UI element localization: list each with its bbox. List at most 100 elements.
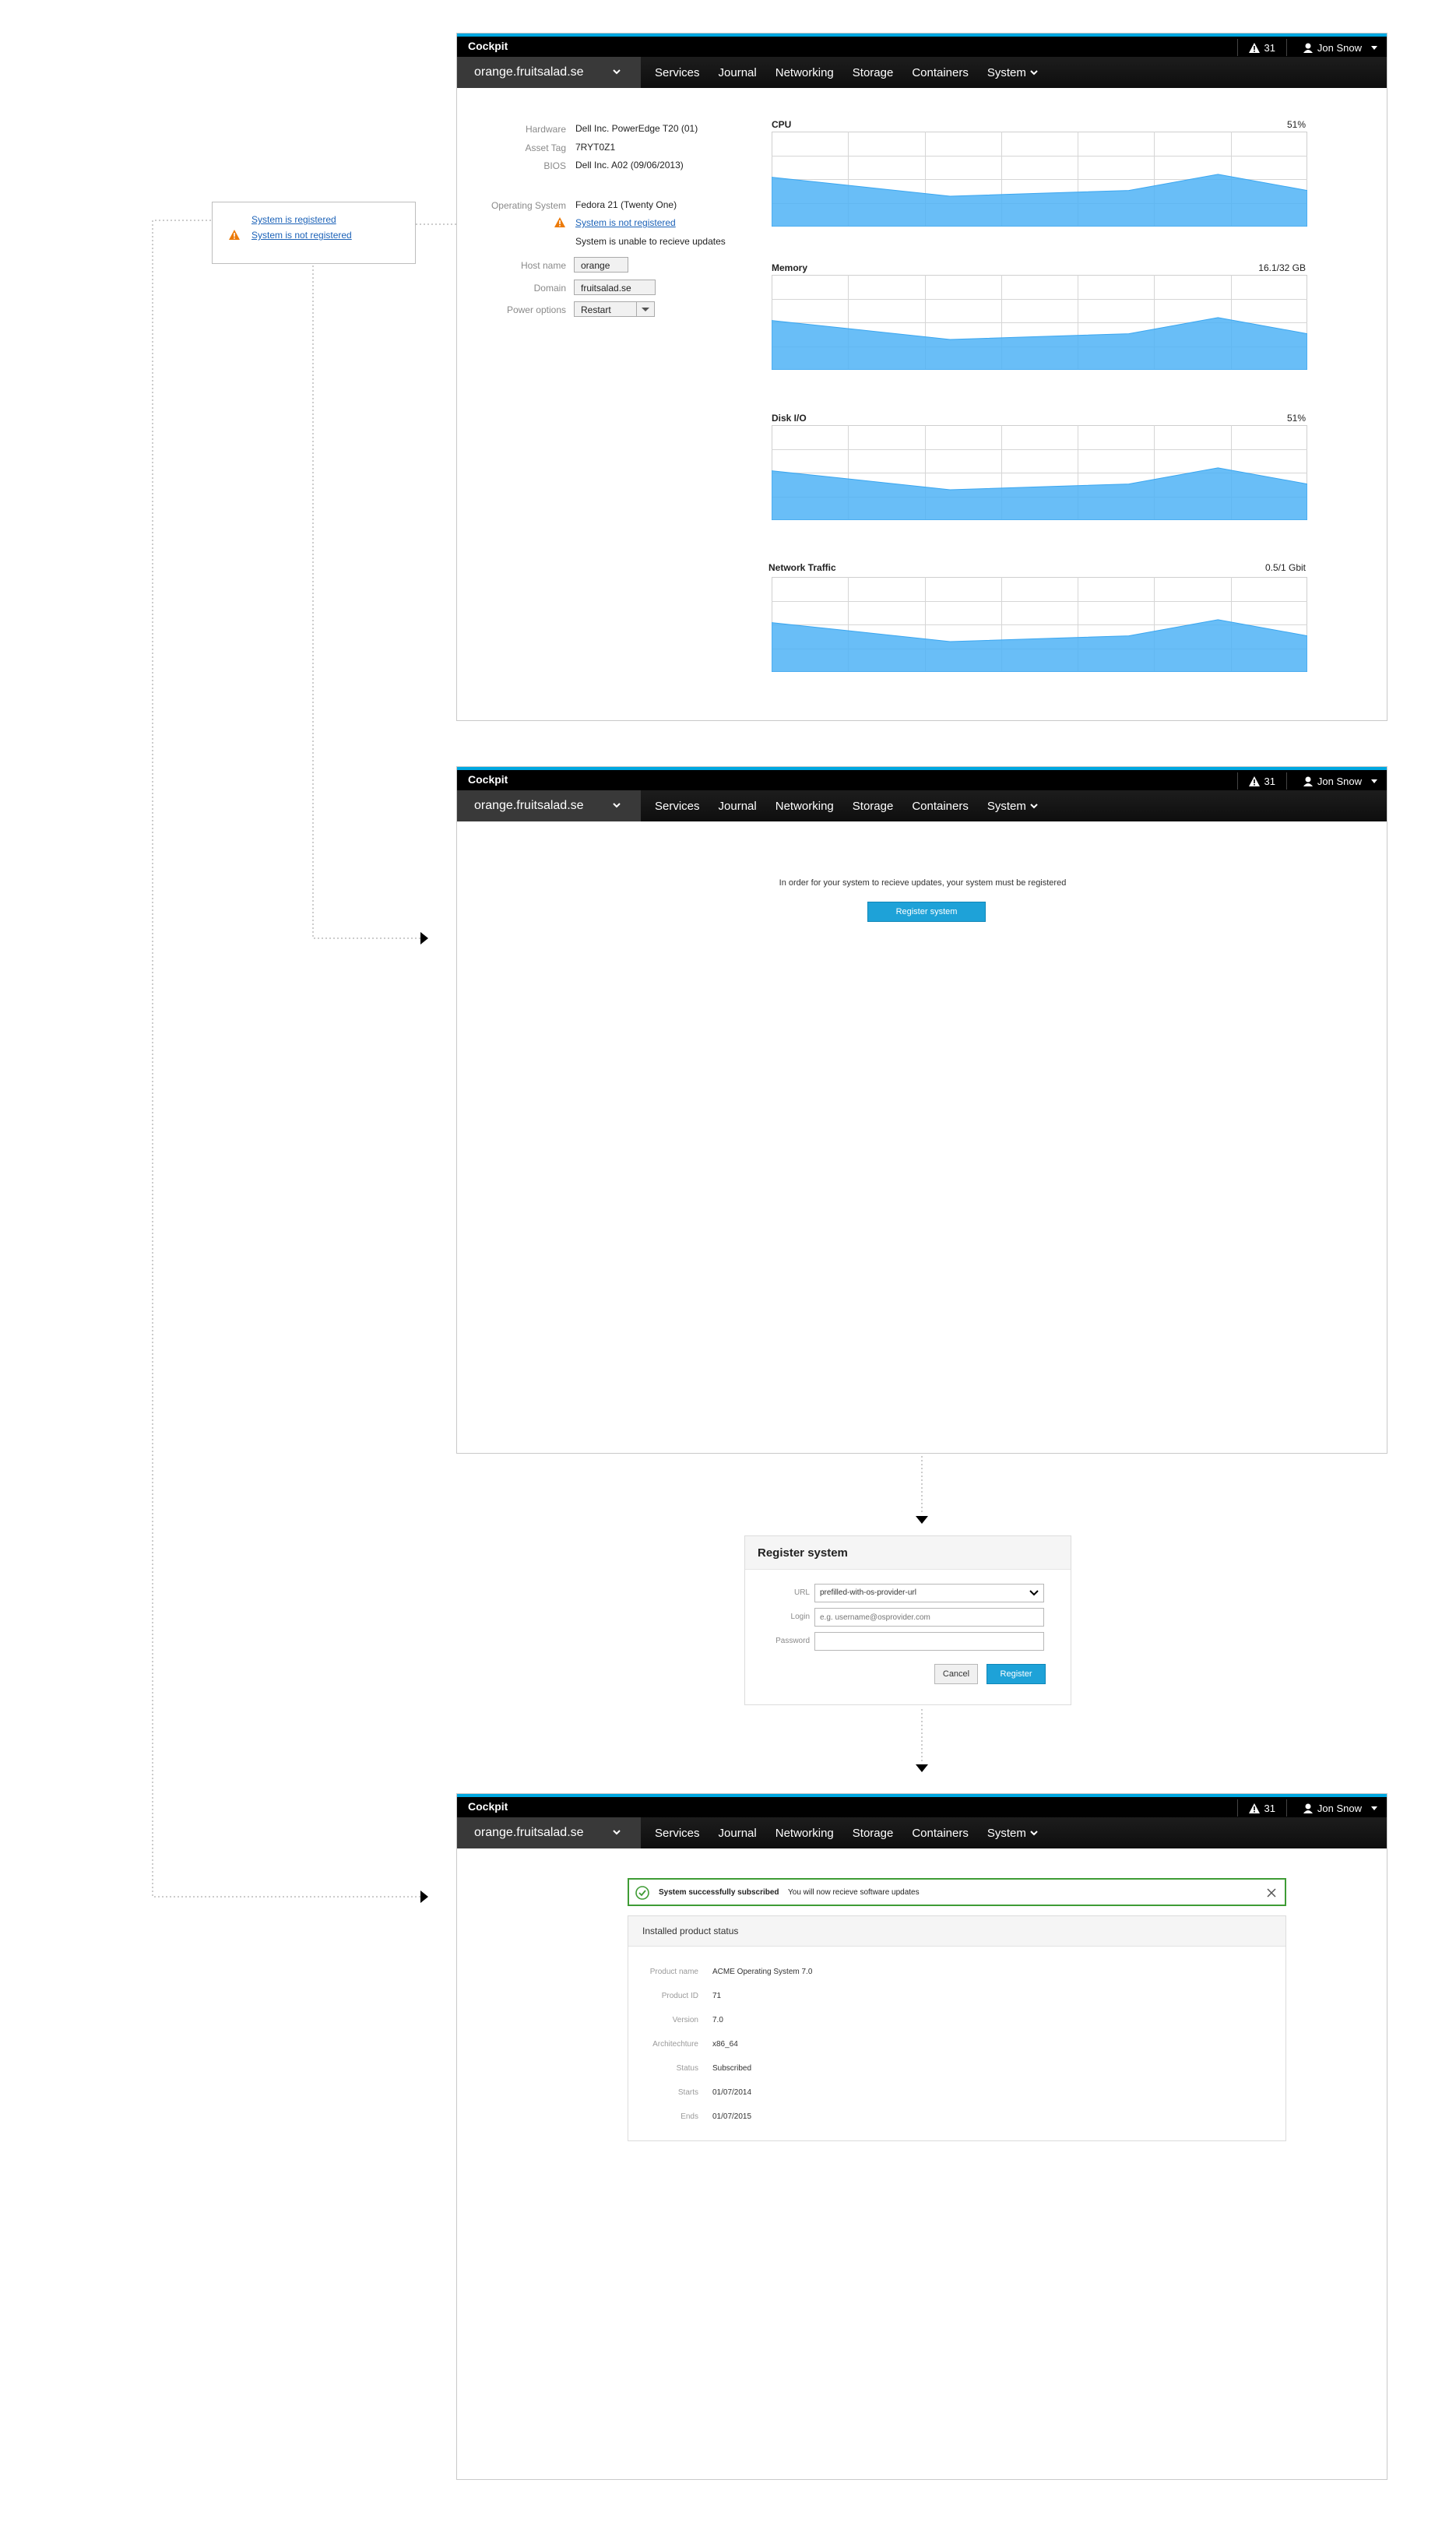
warning-icon — [1248, 42, 1260, 53]
arrow-right-icon — [420, 1891, 428, 1903]
nav-system[interactable]: System — [987, 66, 1039, 79]
nav-services[interactable]: Services — [655, 66, 700, 79]
asset-tag-value: 7RYT0Z1 — [575, 142, 616, 153]
product-name-value: ACME Operating System 7.0 — [712, 1968, 813, 1976]
panel-title: Installed product status — [628, 1916, 1285, 1947]
disk-chart-value: 51% — [1286, 413, 1306, 424]
register-system-dialog: Register system URL prefilled-with-os-pr… — [744, 1535, 1071, 1705]
power-options-label: Power options — [506, 304, 566, 315]
status-value: Subscribed — [712, 2064, 752, 2073]
memory-chart-value: 16.1/32 GB — [1258, 262, 1306, 273]
login-label: Login — [790, 1613, 810, 1621]
chevron-down-icon — [1029, 1590, 1039, 1596]
product-name-label: Product name — [649, 1968, 698, 1976]
host-name: orange.fruitsalad.se — [474, 799, 584, 812]
starts-label: Starts — [677, 2088, 698, 2097]
network-chart — [772, 577, 1307, 672]
alert-count: 31 — [1264, 775, 1275, 787]
bios-label: BIOS — [543, 160, 566, 171]
alerts-button[interactable]: 31 — [1236, 772, 1287, 790]
cockpit-system-overview: Cockpit 31 Jon Snow orange.fruitsalad.se… — [456, 33, 1387, 721]
nav-services[interactable]: Services — [655, 1827, 700, 1840]
nav-bar: orange.fruitsalad.se Services Journal Ne… — [457, 1817, 1387, 1848]
domain-field[interactable]: fruitsalad.se — [574, 280, 656, 295]
alerts-button[interactable]: 31 — [1236, 39, 1287, 56]
not-registered-link[interactable]: System is not registered — [251, 230, 352, 241]
hardware-label: Hardware — [525, 124, 566, 135]
alert-count: 31 — [1264, 41, 1275, 54]
memory-chart-title: Memory — [772, 262, 808, 273]
version-label: Version — [672, 2016, 698, 2024]
arrow-right-icon — [420, 932, 428, 944]
chevron-down-icon — [1030, 70, 1038, 76]
arrow-down-icon — [916, 1516, 928, 1524]
caret-down-icon — [1371, 46, 1377, 50]
nav-system[interactable]: System — [987, 1827, 1039, 1840]
caret-down-icon — [1371, 1806, 1377, 1810]
cancel-button[interactable]: Cancel — [934, 1664, 978, 1684]
user-name: Jon Snow — [1317, 775, 1362, 787]
registered-link[interactable]: System is registered — [251, 214, 336, 225]
os-label: Operating System — [491, 200, 566, 211]
registration-status-popup: System is registered System is not regis… — [212, 202, 416, 264]
caret-down-icon — [1371, 779, 1377, 783]
nav-containers[interactable]: Containers — [912, 1827, 969, 1840]
user-menu[interactable]: Jon Snow — [1303, 39, 1379, 56]
password-label: Password — [775, 1637, 810, 1645]
memory-chart — [772, 275, 1307, 370]
user-icon — [1303, 776, 1313, 786]
user-menu[interactable]: Jon Snow — [1303, 1799, 1379, 1817]
not-registered-link[interactable]: System is not registered — [575, 217, 676, 228]
dialog-header: Register system — [745, 1536, 1071, 1570]
dialog-title: Register system — [758, 1546, 848, 1560]
caret-down-icon — [636, 302, 654, 316]
success-alert-text: You will now recieve software updates — [788, 1888, 920, 1897]
host-selector[interactable]: orange.fruitsalad.se — [457, 790, 641, 821]
arrow-down-icon — [916, 1764, 928, 1772]
architecture-value: x86_64 — [712, 2040, 738, 2049]
hostname-label: Host name — [520, 260, 566, 271]
nav-journal[interactable]: Journal — [719, 66, 757, 79]
power-options-value: Restart — [581, 304, 611, 315]
nav-bar: orange.fruitsalad.se Services Journal Ne… — [457, 57, 1387, 88]
url-value: prefilled-with-os-provider-url — [820, 1588, 916, 1597]
alerts-button[interactable]: 31 — [1236, 1799, 1287, 1817]
close-icon[interactable] — [1266, 1887, 1277, 1898]
url-select[interactable]: prefilled-with-os-provider-url — [814, 1584, 1044, 1602]
chevron-down-icon — [613, 69, 621, 75]
password-input[interactable] — [814, 1632, 1044, 1651]
nav-storage[interactable]: Storage — [853, 800, 894, 813]
register-button[interactable]: Register — [986, 1664, 1046, 1684]
nav-journal[interactable]: Journal — [719, 800, 757, 813]
nav-containers[interactable]: Containers — [912, 66, 969, 79]
user-name: Jon Snow — [1317, 1802, 1362, 1814]
nav-journal[interactable]: Journal — [719, 1827, 757, 1840]
nav-containers[interactable]: Containers — [912, 800, 969, 813]
power-options-select[interactable]: Restart — [574, 301, 655, 317]
nav-system-label: System — [986, 1826, 1026, 1840]
host-selector[interactable]: orange.fruitsalad.se — [457, 1817, 641, 1848]
url-label: URL — [793, 1588, 810, 1597]
user-menu[interactable]: Jon Snow — [1303, 772, 1379, 790]
nav-networking[interactable]: Networking — [775, 800, 834, 813]
brand: Cockpit — [468, 1800, 508, 1813]
top-bar: Cockpit 31 Jon Snow — [457, 1794, 1387, 1817]
top-bar: Cockpit 31 Jon Snow — [457, 33, 1387, 57]
nav-system[interactable]: System — [987, 800, 1039, 813]
nav-storage[interactable]: Storage — [853, 1827, 894, 1840]
brand: Cockpit — [468, 773, 508, 786]
architecture-label: Architechture — [652, 2040, 698, 2049]
cpu-chart-title: CPU — [772, 119, 792, 130]
host-selector[interactable]: orange.fruitsalad.se — [457, 57, 641, 88]
login-input[interactable] — [814, 1608, 1044, 1627]
register-system-button[interactable]: Register system — [867, 902, 986, 922]
nav-networking[interactable]: Networking — [775, 66, 834, 79]
warning-icon — [554, 217, 565, 227]
hostname-field[interactable]: orange — [574, 257, 628, 273]
ends-value: 01/07/2015 — [712, 2112, 752, 2121]
nav-services[interactable]: Services — [655, 800, 700, 813]
nav-networking[interactable]: Networking — [775, 1827, 834, 1840]
chevron-down-icon — [1030, 804, 1038, 809]
cockpit-subscribed-page: Cockpit 31 Jon Snow orange.fruitsalad.se… — [456, 1793, 1387, 2480]
nav-storage[interactable]: Storage — [853, 66, 894, 79]
